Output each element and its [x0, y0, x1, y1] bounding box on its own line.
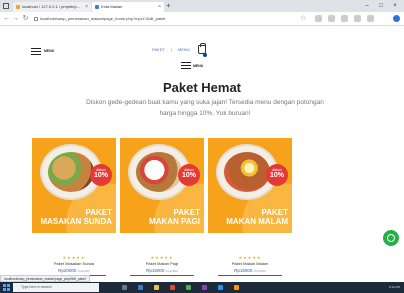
reload-icon[interactable]: ↻: [21, 13, 30, 25]
vscode-icon[interactable]: [218, 285, 223, 290]
file-explorer-icon[interactable]: [154, 285, 159, 290]
browser-tab-phpmyadmin[interactable]: localhost / 127.0.0.1 / pmphb/p... ×: [13, 2, 91, 12]
banner-line: MAKAN MALAM: [226, 217, 288, 226]
chrome-icon[interactable]: [186, 285, 191, 290]
windows-taskbar: Type here to search 9:34 PM: [0, 282, 404, 293]
discount-value: 10%: [93, 172, 108, 179]
card-banner: PAKET MAKAN MALAM: [208, 208, 288, 226]
menu-label[interactable]: MENU: [44, 49, 54, 53]
maximize-button[interactable]: □: [374, 0, 388, 12]
minimize-button[interactable]: –: [360, 0, 374, 12]
url-field[interactable]: localhost/uasp_pemesanan_makan/page_home…: [34, 14, 284, 24]
banner-line: PAKET: [85, 208, 112, 217]
tab-label: Kota Makan: [101, 4, 123, 9]
banner-line: PAKET: [173, 208, 200, 217]
card-banner: PAKET MAKAN PAGI: [120, 208, 200, 226]
extension-icon[interactable]: [328, 15, 335, 22]
price-current: Rp20000: [58, 268, 77, 273]
browser-tab-kota-makan[interactable]: Kota Makan ×: [92, 2, 164, 12]
banner-line: PAKET: [261, 208, 288, 217]
nav-link-menu[interactable]: MENU: [178, 47, 190, 52]
card-banner: PAKET MASAKAN SUNDA: [32, 208, 112, 226]
price-old: Rp22000: [77, 269, 90, 273]
product-card-makan-pagi[interactable]: diskon 10% PAKET MAKAN PAGI: [120, 138, 204, 233]
status-url-tooltip: localhost/uasp_pemesanan_makan/page_pmp/…: [0, 275, 90, 282]
extension-icon[interactable]: [315, 15, 322, 22]
food-image: [136, 152, 182, 192]
banner-line: MAKAN PAGI: [149, 217, 200, 226]
taskbar-clock[interactable]: 9:34 PM: [389, 282, 400, 293]
windows-start-icon[interactable]: [3, 284, 10, 291]
close-window-button[interactable]: ×: [388, 0, 402, 12]
card-underline: [130, 275, 194, 276]
screen: localhost / 127.0.0.1 / pmphb/p... × Kot…: [0, 0, 404, 293]
product-price: Rp20000 Rp22000: [32, 268, 116, 273]
site-favicon-icon: [95, 5, 99, 9]
food-image: [48, 152, 94, 192]
discount-value: 10%: [269, 172, 284, 179]
product-card-masakan-sunda[interactable]: diskon 10% PAKET MASAKAN SUNDA: [32, 138, 116, 233]
profile-icon[interactable]: [393, 15, 400, 22]
price-current: Rp15000: [234, 268, 253, 273]
taskbar-search-input[interactable]: Type here to search: [13, 283, 99, 292]
extension-icon[interactable]: [354, 15, 361, 22]
hamburger-menu-icon[interactable]: [181, 62, 191, 69]
nav-divider: |: [170, 47, 172, 52]
product-price: Rp15000 Rp16500: [208, 268, 292, 273]
app-icon[interactable]: [202, 285, 207, 290]
new-tab-button[interactable]: +: [166, 1, 171, 11]
info-icon: [34, 17, 38, 21]
product-price: Rp15000 Rp16500: [120, 268, 204, 273]
edge-icon[interactable]: [138, 285, 143, 290]
discount-badge: diskon 10%: [90, 164, 112, 186]
discount-value: 10%: [181, 172, 196, 179]
product-name[interactable]: Paket Makan Pagi: [120, 261, 204, 266]
extension-icon[interactable]: [367, 15, 374, 22]
xampp-icon[interactable]: [234, 285, 239, 290]
whatsapp-chat-icon[interactable]: [383, 230, 399, 246]
food-image: [224, 152, 270, 192]
banner-line: MASAKAN SUNDA: [40, 217, 112, 226]
hamburger-menu-icon[interactable]: [31, 48, 41, 55]
url-text: localhost/uasp_pemesanan_makan/page_home…: [40, 16, 166, 21]
product-name[interactable]: Paket Makan Malam: [208, 261, 292, 266]
browser-tab-strip: localhost / 127.0.0.1 / pmphb/p... × Kot…: [0, 0, 404, 12]
address-bar-row: ← → ↻ localhost/uasp_pemesanan_makan/pag…: [0, 12, 404, 26]
extension-icon[interactable]: [341, 15, 348, 22]
rating-stars-icon: ★★★★★: [150, 255, 174, 260]
product-name[interactable]: Paket Masakan Sunda: [32, 261, 116, 266]
page-subtitle: Diskon gede-gedean buat kamu yang suka j…: [86, 99, 324, 117]
forward-arrow-icon[interactable]: →: [11, 13, 20, 25]
card-underline: [218, 275, 282, 276]
discount-badge: diskon 10%: [266, 164, 288, 186]
rating-stars-icon: ★★★★★: [238, 255, 262, 260]
top-nav: PAKET | MENU: [152, 47, 196, 52]
close-tab-icon[interactable]: ×: [85, 2, 88, 12]
product-card-makan-malam[interactable]: diskon 10% PAKET MAKAN MALAM: [208, 138, 292, 233]
cart-count-badge: [203, 53, 207, 57]
star-icon[interactable]: ☆: [300, 15, 307, 22]
back-arrow-icon[interactable]: ←: [2, 13, 11, 25]
price-old: Rp16500: [165, 269, 178, 273]
app-icon[interactable]: [170, 285, 175, 290]
window-icon: [3, 3, 9, 9]
page-title: Paket Hemat: [162, 80, 242, 95]
price-old: Rp16500: [253, 269, 266, 273]
rating-stars-icon: ★★★★★: [62, 255, 86, 260]
task-view-icon[interactable]: [122, 285, 127, 290]
menu-label[interactable]: MENU: [193, 64, 203, 68]
price-current: Rp15000: [146, 268, 165, 273]
phpmyadmin-favicon-icon: [16, 5, 20, 9]
nav-link-paket[interactable]: PAKET: [152, 47, 165, 52]
tab-label: localhost / 127.0.0.1 / pmphb/p...: [22, 4, 81, 9]
discount-badge: diskon 10%: [178, 164, 200, 186]
close-tab-icon[interactable]: ×: [158, 2, 161, 12]
